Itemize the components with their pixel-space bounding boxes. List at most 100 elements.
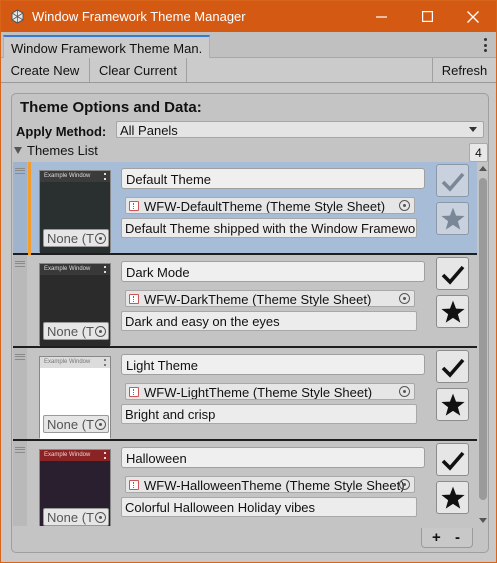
close-button[interactable]: [450, 1, 496, 32]
drag-handle-icon[interactable]: [15, 261, 25, 267]
preview-window-header: Example Window: [40, 357, 110, 368]
apply-theme-button[interactable]: [436, 257, 469, 290]
themes-list-label: Themes List: [27, 143, 98, 158]
scroll-down-icon[interactable]: [479, 518, 487, 523]
object-picker-icon[interactable]: [399, 386, 410, 397]
object-picker-icon[interactable]: [399, 293, 410, 304]
refresh-button[interactable]: Refresh: [432, 58, 496, 82]
theme-row[interactable]: Example Window None (T Default Theme WFW…: [13, 162, 477, 255]
tab-theme-manager[interactable]: Window Framework Theme Man.: [3, 35, 210, 58]
theme-preview-thumbnail: Example Window None (T: [39, 170, 111, 253]
themes-count-field[interactable]: 4: [469, 143, 488, 162]
style-sheet-name: WFW-LightTheme (Theme Style Sheet): [144, 385, 373, 400]
row-left-strip: [13, 162, 27, 253]
minimize-icon: [375, 16, 387, 18]
object-picker-icon[interactable]: [95, 326, 106, 337]
preview-window-label: Example Window: [44, 266, 91, 272]
create-new-button[interactable]: Create New: [1, 58, 90, 82]
preview-object-field[interactable]: None (T: [43, 229, 109, 247]
preview-menu-icon: [104, 359, 106, 366]
theme-style-sheet-field[interactable]: WFW-LightTheme (Theme Style Sheet): [125, 383, 415, 400]
style-sheet-icon: [129, 294, 139, 304]
close-icon: [467, 10, 479, 23]
list-scrollbar[interactable]: [478, 164, 488, 526]
object-picker-icon[interactable]: [399, 200, 410, 211]
drag-handle-icon[interactable]: [15, 447, 25, 453]
theme-description-field[interactable]: Dark and easy on the eyes: [121, 311, 417, 331]
style-sheet-name: WFW-HalloweenTheme (Theme Style Sheet): [144, 478, 405, 493]
style-sheet-icon: [129, 480, 139, 490]
window-title: Window Framework Theme Manager: [32, 9, 246, 24]
remove-item-button[interactable]: -: [455, 529, 460, 546]
panel-title: Theme Options and Data:: [20, 99, 202, 116]
theme-description-field[interactable]: Colorful Halloween Holiday vibes: [121, 497, 417, 517]
clear-current-button[interactable]: Clear Current: [90, 58, 187, 82]
apply-theme-button[interactable]: [436, 443, 469, 476]
apply-theme-button[interactable]: [436, 164, 469, 197]
kebab-menu-icon[interactable]: [482, 38, 488, 52]
theme-row[interactable]: Example Window None (T Dark Mode WFW-Dar…: [13, 255, 477, 348]
maximize-button[interactable]: [404, 1, 450, 32]
star-icon: [440, 207, 465, 230]
theme-options-panel: Theme Options and Data: Apply Method: Al…: [11, 93, 489, 553]
style-sheet-icon: [129, 201, 139, 211]
drag-handle-icon[interactable]: [15, 354, 25, 360]
star-icon: [440, 393, 465, 416]
drag-handle-icon[interactable]: [15, 168, 25, 174]
preview-menu-icon: [104, 266, 106, 273]
theme-style-sheet-field[interactable]: WFW-DefaultTheme (Theme Style Sheet): [125, 197, 415, 214]
theme-preview-thumbnail: Example Window None (T: [39, 263, 111, 346]
preview-field-value: None (T: [47, 324, 94, 339]
preview-menu-icon: [104, 452, 106, 459]
scrollbar-thumb[interactable]: [479, 178, 487, 500]
preview-object-field[interactable]: None (T: [43, 508, 109, 526]
apply-theme-button[interactable]: [436, 350, 469, 383]
object-picker-icon[interactable]: [399, 479, 410, 490]
apply-method-dropdown[interactable]: All Panels: [116, 121, 484, 138]
chevron-down-icon: [469, 127, 477, 132]
style-sheet-icon: [129, 387, 139, 397]
preview-window-header: Example Window: [40, 264, 110, 275]
theme-name-field[interactable]: Light Theme: [121, 354, 425, 375]
preview-window-label: Example Window: [44, 173, 91, 179]
toolbar: Create New Clear Current Refresh: [1, 58, 496, 83]
favorite-theme-button[interactable]: [436, 481, 469, 514]
preview-object-field[interactable]: None (T: [43, 415, 109, 433]
theme-name-field[interactable]: Default Theme: [121, 168, 425, 189]
preview-object-field[interactable]: None (T: [43, 322, 109, 340]
theme-name-field[interactable]: Halloween: [121, 447, 425, 468]
title-bar[interactable]: Window Framework Theme Manager: [1, 1, 496, 32]
minimize-button[interactable]: [358, 1, 404, 32]
star-icon: [440, 300, 465, 323]
preview-field-value: None (T: [47, 417, 94, 432]
theme-row[interactable]: Example Window None (T Halloween WFW-Hal…: [13, 441, 477, 526]
object-picker-icon[interactable]: [95, 233, 106, 244]
preview-window-header: Example Window: [40, 450, 110, 461]
scroll-up-icon[interactable]: [479, 166, 487, 171]
add-item-button[interactable]: +: [432, 529, 441, 546]
add-remove-footer: + -: [421, 528, 473, 548]
apply-method-value: All Panels: [120, 123, 178, 138]
themes-list-foldout[interactable]: Themes List: [14, 143, 98, 158]
tab-bar: Window Framework Theme Man.: [1, 32, 496, 58]
theme-style-sheet-field[interactable]: WFW-HalloweenTheme (Theme Style Sheet): [125, 476, 415, 493]
themes-list: Example Window None (T Default Theme WFW…: [13, 162, 477, 526]
object-picker-icon[interactable]: [95, 419, 106, 430]
theme-preview-thumbnail: Example Window None (T: [39, 449, 111, 526]
object-picker-icon[interactable]: [95, 512, 106, 523]
preview-window-label: Example Window: [44, 359, 91, 365]
style-sheet-name: WFW-DarkTheme (Theme Style Sheet): [144, 292, 372, 307]
preview-field-value: None (T: [47, 510, 94, 525]
theme-row[interactable]: Example Window None (T Light Theme WFW-L…: [13, 348, 477, 441]
theme-style-sheet-field[interactable]: WFW-DarkTheme (Theme Style Sheet): [125, 290, 415, 307]
style-sheet-name: WFW-DefaultTheme (Theme Style Sheet): [144, 199, 386, 214]
checkmark-icon: [441, 172, 464, 192]
theme-name-field[interactable]: Dark Mode: [121, 261, 425, 282]
foldout-arrow-icon: [14, 147, 22, 154]
theme-description-field[interactable]: Bright and crisp: [121, 404, 417, 424]
favorite-theme-button[interactable]: [436, 202, 469, 235]
favorite-theme-button[interactable]: [436, 295, 469, 328]
favorite-theme-button[interactable]: [436, 388, 469, 421]
row-left-strip: [13, 348, 27, 439]
theme-description-field[interactable]: Default Theme shipped with the Window Fr…: [121, 218, 417, 238]
